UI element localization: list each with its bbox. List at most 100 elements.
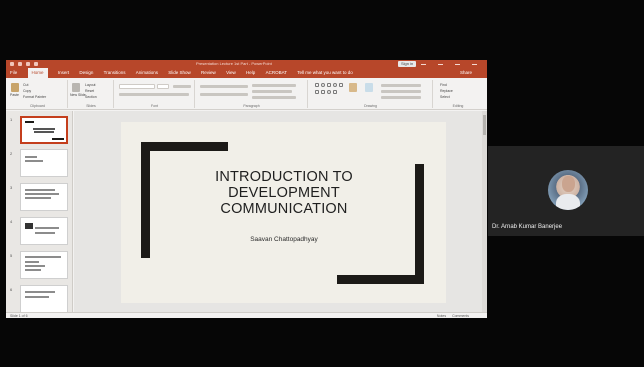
slide-thumbnail-panel: 1 2 3 4 5 6 (6, 111, 73, 313)
slide-thumbnail-2[interactable] (20, 149, 68, 177)
shape-icon[interactable] (327, 83, 331, 87)
share-button[interactable]: Share (460, 68, 472, 78)
comments-button[interactable]: Comments (452, 314, 469, 318)
decorative-bar (415, 164, 424, 284)
slide-thumbnail-5[interactable] (20, 251, 68, 279)
decorative-bar (141, 142, 228, 151)
tab-help[interactable]: Help (246, 68, 255, 78)
quick-access-toolbar (10, 60, 38, 66)
shape-icon[interactable] (321, 83, 325, 87)
replace-button[interactable]: Replace (440, 89, 453, 93)
ribbon-home: Paste Cut Copy Format Painter Clipboard … (6, 78, 487, 110)
thumbnail-number: 2 (10, 151, 13, 156)
format-painter-button[interactable]: Format Painter (23, 95, 46, 99)
shape-icon[interactable] (333, 90, 337, 94)
slides-group: New Slide Layout Reset Section Slides (69, 80, 114, 108)
avatar-head (562, 176, 575, 192)
list-buttons[interactable] (200, 85, 248, 88)
slide-thumbnail-1[interactable] (20, 116, 68, 144)
font-name-dropdown[interactable] (119, 84, 155, 89)
shape-icon[interactable] (327, 90, 331, 94)
shape-effects-button[interactable] (381, 96, 421, 99)
undo-icon[interactable] (18, 62, 22, 66)
slide-thumbnail-4[interactable] (20, 217, 68, 245)
shape-icon[interactable] (315, 90, 319, 94)
drawing-group: Drawing (309, 80, 433, 108)
tab-transitions[interactable]: Transitions (104, 68, 126, 78)
shape-icon[interactable] (315, 83, 319, 87)
paste-icon[interactable] (11, 83, 19, 92)
notes-button[interactable]: Notes (437, 314, 446, 318)
thumbnail-number: 5 (10, 253, 13, 258)
shape-fill-button[interactable] (381, 84, 421, 87)
window-title: Presentation Lecture 1st Part - PowerPoi… (196, 61, 272, 66)
slides-group-label: Slides (86, 104, 96, 108)
font-format-buttons[interactable] (119, 93, 189, 96)
select-button[interactable]: Select (440, 95, 450, 99)
tab-file[interactable]: File (10, 68, 17, 78)
arrange-icon[interactable] (349, 83, 357, 92)
vertical-scrollbar[interactable] (482, 111, 487, 312)
start-slideshow-icon[interactable] (34, 62, 38, 66)
convert-smartart-button[interactable] (252, 96, 296, 99)
decorative-bar (337, 275, 424, 284)
participant-name: Dr. Arnab Kumar Banerjee (492, 224, 563, 230)
reset-button[interactable]: Reset (85, 89, 94, 93)
scrollbar-thumb[interactable] (483, 115, 486, 135)
status-bar-controls: Notes Comments (437, 314, 469, 318)
paragraph-group-label: Paragraph (243, 104, 260, 108)
redo-icon[interactable] (26, 62, 30, 66)
shape-icon[interactable] (339, 83, 343, 87)
slide-title[interactable]: INTRODUCTION TO DEVELOPMENT COMMUNICATIO… (171, 169, 397, 217)
save-icon[interactable] (10, 62, 14, 66)
tab-view[interactable]: View (226, 68, 236, 78)
tell-me-search[interactable]: Tell me what you want to do (297, 68, 353, 78)
slide-title-line: INTRODUCTION TO (215, 169, 353, 185)
find-button[interactable]: Find (440, 83, 447, 87)
thumbnail-number: 3 (10, 185, 13, 190)
cut-button[interactable]: Cut (23, 83, 28, 87)
layout-button[interactable]: Layout (85, 83, 96, 87)
text-direction-button[interactable] (252, 84, 296, 87)
maximize-icon[interactable] (455, 64, 460, 65)
shape-outline-button[interactable] (381, 90, 421, 93)
quick-styles-icon[interactable] (365, 83, 373, 92)
font-size-buttons[interactable] (173, 85, 191, 88)
editing-group: Find Replace Select Editing (434, 80, 482, 108)
thumbnail-number: 1 (10, 117, 13, 122)
align-text-button[interactable] (252, 90, 292, 93)
tab-home[interactable]: Home (27, 68, 48, 78)
editing-group-label: Editing (452, 104, 464, 108)
avatar (548, 170, 588, 210)
slide-thumbnail-6[interactable] (20, 285, 68, 313)
minimize-icon[interactable] (438, 64, 443, 65)
slide-subtitle-author[interactable]: Saavan Chattopadhyay (201, 236, 367, 243)
tab-acrobat[interactable]: ACROBAT (266, 68, 287, 78)
ribbon-display-icon[interactable] (421, 64, 426, 65)
slide-editing-canvas: INTRODUCTION TO DEVELOPMENT COMMUNICATIO… (74, 111, 487, 312)
section-button[interactable]: Section (85, 95, 97, 99)
slide-title-line: COMMUNICATION (220, 201, 348, 217)
font-size-dropdown[interactable] (157, 84, 169, 89)
new-slide-icon[interactable] (72, 83, 80, 92)
decorative-bar (141, 142, 150, 258)
participant-video-tile[interactable]: Dr. Arnab Kumar Banerjee (488, 146, 644, 236)
sign-in-button[interactable]: Sign in (398, 61, 417, 67)
tab-slide-show[interactable]: Slide Show (168, 68, 191, 78)
copy-button[interactable]: Copy (23, 89, 31, 93)
powerpoint-title-bar: Presentation Lecture 1st Part - PowerPoi… (6, 60, 487, 68)
shape-icon[interactable] (333, 83, 337, 87)
tab-insert[interactable]: Insert (58, 68, 69, 78)
window-controls (421, 60, 477, 65)
shared-screen: Presentation Lecture 1st Part - PowerPoi… (6, 60, 487, 318)
current-slide[interactable]: INTRODUCTION TO DEVELOPMENT COMMUNICATIO… (121, 122, 446, 303)
close-icon[interactable] (472, 64, 477, 65)
tab-design[interactable]: Design (79, 68, 93, 78)
shape-icon[interactable] (321, 90, 325, 94)
tab-review[interactable]: Review (201, 68, 216, 78)
slide-count-status: Slide 1 of 6 (10, 313, 28, 318)
status-bar: Slide 1 of 6 Notes Comments (6, 312, 487, 318)
alignment-buttons[interactable] (200, 93, 248, 96)
tab-animations[interactable]: Animations (136, 68, 158, 78)
slide-thumbnail-3[interactable] (20, 183, 68, 211)
